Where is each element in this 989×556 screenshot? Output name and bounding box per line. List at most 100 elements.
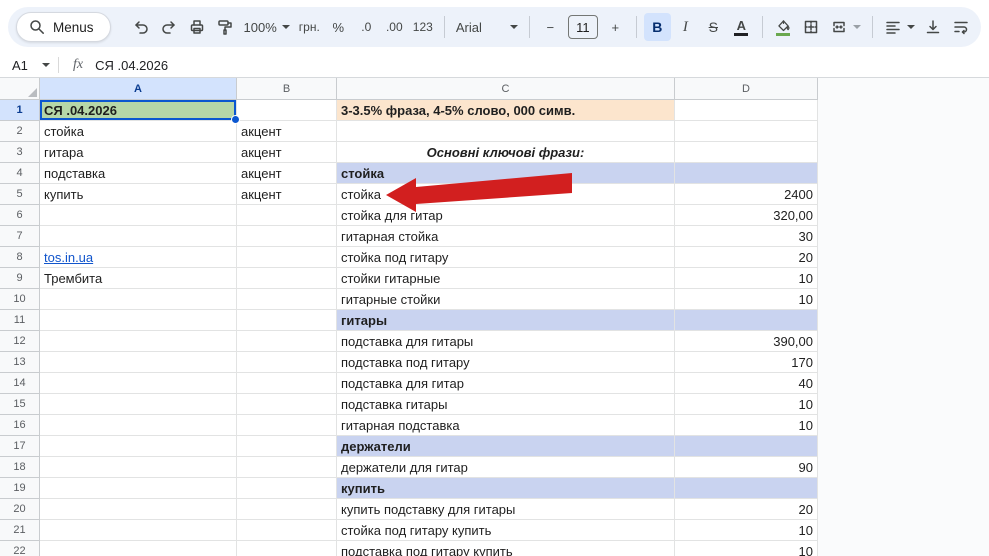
more-formats-button[interactable]: 123 (409, 13, 437, 41)
cell-A19[interactable] (40, 478, 237, 499)
row-header-20[interactable]: 20 (0, 499, 40, 520)
cell-C5[interactable]: стойка (337, 184, 675, 205)
increase-font-size-button[interactable]: + (602, 13, 629, 41)
decrease-decimal-button[interactable]: .0 (353, 13, 380, 41)
cell-C15[interactable]: подставка гитары (337, 394, 675, 415)
cell-B7[interactable] (237, 226, 337, 247)
row-header-21[interactable]: 21 (0, 520, 40, 541)
cell-B11[interactable] (237, 310, 337, 331)
row-header-11[interactable]: 11 (0, 310, 40, 331)
cell-C17[interactable]: держатели (337, 436, 675, 457)
cell-C12[interactable]: подставка для гитары (337, 331, 675, 352)
text-wrap-button[interactable] (948, 13, 975, 41)
cell-C10[interactable]: гитарные стойки (337, 289, 675, 310)
italic-button[interactable]: I (672, 13, 699, 41)
cell-D7[interactable]: 30 (675, 226, 818, 247)
cell-D10[interactable]: 10 (675, 289, 818, 310)
cell-D11[interactable] (675, 310, 818, 331)
merge-cells-button[interactable] (826, 13, 865, 41)
bold-button[interactable]: B (644, 13, 671, 41)
cell-A8[interactable]: tos.in.ua (40, 247, 237, 268)
row-header-2[interactable]: 2 (0, 121, 40, 142)
cell-B5[interactable]: акцент (237, 184, 337, 205)
cell-D5[interactable]: 2400 (675, 184, 818, 205)
cell-D3[interactable] (675, 142, 818, 163)
cell-C7[interactable]: гитарная стойка (337, 226, 675, 247)
cell-A7[interactable] (40, 226, 237, 247)
cell-B1[interactable] (237, 100, 337, 121)
increase-decimal-button[interactable]: .00 (381, 13, 408, 41)
cell-B17[interactable] (237, 436, 337, 457)
cell-C19[interactable]: купить (337, 478, 675, 499)
percent-format-button[interactable]: % (325, 13, 352, 41)
cell-C4[interactable]: стойка (337, 163, 675, 184)
vertical-align-button[interactable] (920, 13, 947, 41)
cell-reference-box[interactable]: A1 (0, 58, 58, 73)
cell-C13[interactable]: подставка под гитару (337, 352, 675, 373)
formula-input[interactable]: СЯ .04.2026 (95, 58, 168, 73)
cell-B3[interactable]: акцент (237, 142, 337, 163)
text-color-button[interactable]: A (728, 13, 755, 41)
cell-C6[interactable]: стойка для гитар (337, 205, 675, 226)
row-header-9[interactable]: 9 (0, 268, 40, 289)
cell-C2[interactable] (337, 121, 675, 142)
cell-B22[interactable] (237, 541, 337, 556)
cell-D13[interactable]: 170 (675, 352, 818, 373)
fill-color-button[interactable] (770, 13, 797, 41)
cell-A9[interactable]: Трембита (40, 268, 237, 289)
cell-A1[interactable]: СЯ .04.2026 (40, 100, 237, 121)
cell-D15[interactable]: 10 (675, 394, 818, 415)
cell-A17[interactable] (40, 436, 237, 457)
cell-A18[interactable] (40, 457, 237, 478)
row-header-19[interactable]: 19 (0, 478, 40, 499)
redo-button[interactable] (156, 13, 183, 41)
cell-C9[interactable]: стойки гитарные (337, 268, 675, 289)
cell-D12[interactable]: 390,00 (675, 331, 818, 352)
cell-D6[interactable]: 320,00 (675, 205, 818, 226)
cell-A12[interactable] (40, 331, 237, 352)
row-header-16[interactable]: 16 (0, 415, 40, 436)
cell-A10[interactable] (40, 289, 237, 310)
row-header-5[interactable]: 5 (0, 184, 40, 205)
cell-D20[interactable]: 20 (675, 499, 818, 520)
cell-B15[interactable] (237, 394, 337, 415)
row-header-14[interactable]: 14 (0, 373, 40, 394)
row-header-8[interactable]: 8 (0, 247, 40, 268)
cell-C1[interactable]: 3-3.5% фраза, 4-5% слово, 000 симв. (337, 100, 675, 121)
cell-B9[interactable] (237, 268, 337, 289)
row-header-18[interactable]: 18 (0, 457, 40, 478)
horizontal-align-button[interactable] (880, 13, 919, 41)
cell-A4[interactable]: подставка (40, 163, 237, 184)
cell-A20[interactable] (40, 499, 237, 520)
cell-A13[interactable] (40, 352, 237, 373)
cell-C14[interactable]: подставка для гитар (337, 373, 675, 394)
row-header-15[interactable]: 15 (0, 394, 40, 415)
row-header-22[interactable]: 22 (0, 541, 40, 556)
row-header-1[interactable]: 1 (0, 100, 40, 121)
cell-D8[interactable]: 20 (675, 247, 818, 268)
column-header-D[interactable]: D (675, 78, 818, 100)
cell-B20[interactable] (237, 499, 337, 520)
cell-D16[interactable]: 10 (675, 415, 818, 436)
paint-format-button[interactable] (212, 13, 239, 41)
cell-A3[interactable]: гитара (40, 142, 237, 163)
cell-A11[interactable] (40, 310, 237, 331)
row-header-12[interactable]: 12 (0, 331, 40, 352)
font-size-input[interactable]: 11 (568, 15, 598, 39)
cell-D18[interactable]: 90 (675, 457, 818, 478)
row-header-13[interactable]: 13 (0, 352, 40, 373)
cell-B6[interactable] (237, 205, 337, 226)
cell-A6[interactable] (40, 205, 237, 226)
cell-D21[interactable]: 10 (675, 520, 818, 541)
cell-C21[interactable]: стойка под гитару купить (337, 520, 675, 541)
select-all-corner[interactable] (0, 78, 40, 100)
currency-format-button[interactable]: грн. (295, 13, 324, 41)
cell-B10[interactable] (237, 289, 337, 310)
cell-A5[interactable]: купить (40, 184, 237, 205)
row-header-7[interactable]: 7 (0, 226, 40, 247)
cell-A21[interactable] (40, 520, 237, 541)
cell-B14[interactable] (237, 373, 337, 394)
column-header-B[interactable]: B (237, 78, 337, 100)
cell-D2[interactable] (675, 121, 818, 142)
undo-button[interactable] (128, 13, 155, 41)
